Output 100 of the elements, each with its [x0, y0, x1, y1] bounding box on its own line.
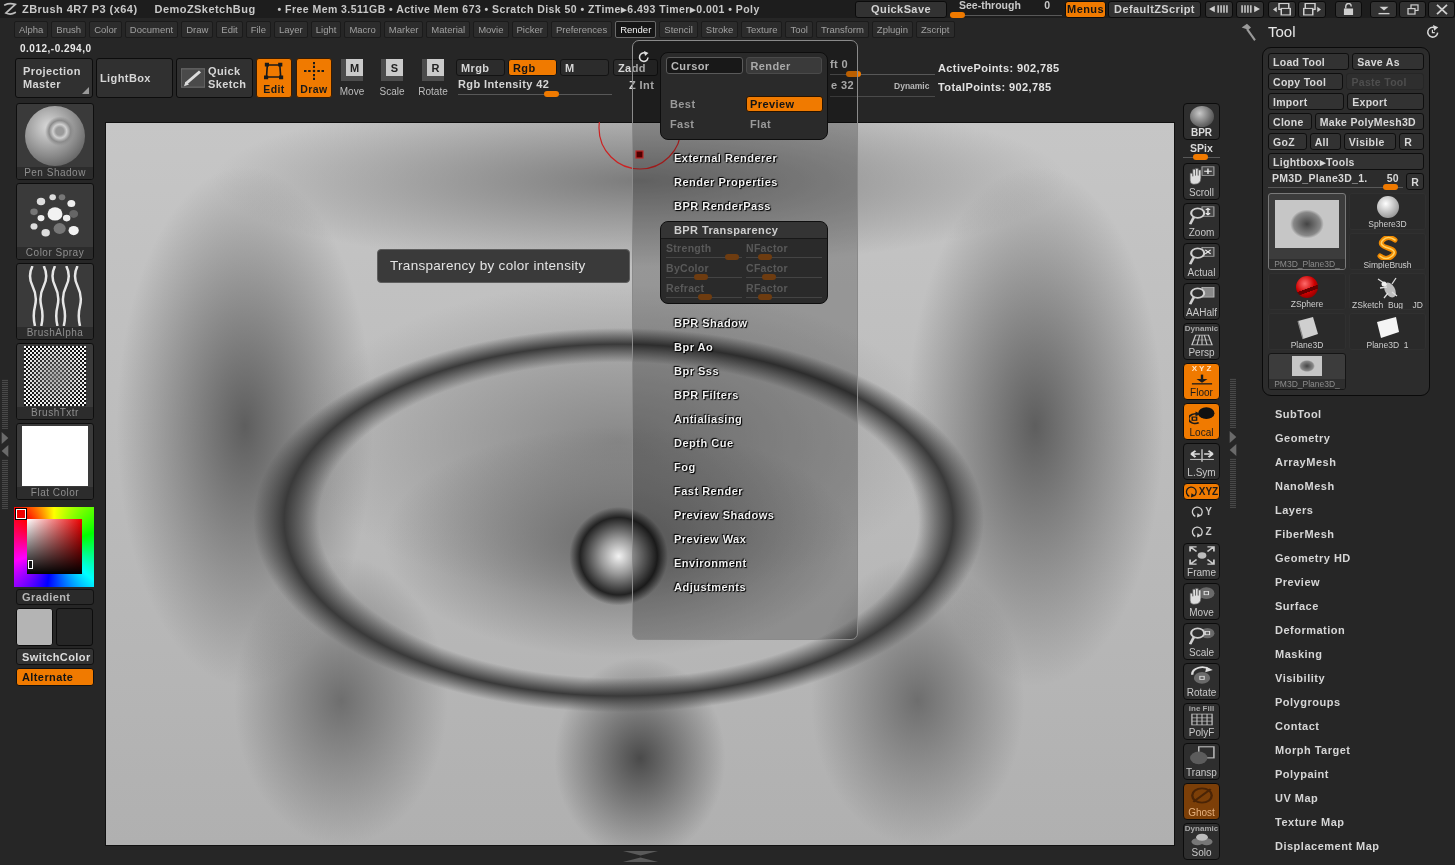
menu-tab[interactable]: Color — [89, 21, 122, 38]
rotate-button[interactable]: Rotate — [1183, 663, 1220, 700]
slider-track[interactable] — [830, 71, 935, 77]
render-quality-option[interactable]: Best — [666, 96, 743, 112]
subpalette-item[interactable]: Preview Shadows — [633, 503, 775, 527]
gradient-button[interactable]: Gradient — [16, 589, 94, 605]
menu-tab[interactable]: Brush — [51, 21, 87, 38]
menu-tab[interactable]: Transform — [815, 21, 869, 38]
slider-thumb[interactable] — [1192, 154, 1208, 160]
subpalette-item[interactable]: Preview — [1238, 570, 1321, 594]
alpha-thumbnail[interactable]: BrushAlpha — [16, 263, 94, 340]
texture-thumbnail[interactable]: BrushTxtr — [16, 343, 94, 420]
tool-action-button[interactable]: R — [1399, 133, 1424, 150]
subpalette-item[interactable]: Geometry HD — [1238, 546, 1351, 570]
spix-slider[interactable]: SPix — [1183, 143, 1220, 160]
floor-button[interactable]: X Y Z Floor — [1183, 363, 1220, 400]
flat-color-thumbnail[interactable]: Flat Color — [16, 423, 94, 500]
subpalette-item[interactable]: BPR Filters — [633, 383, 739, 407]
tool-action-button[interactable]: Copy Tool — [1268, 73, 1344, 90]
tool-action-button[interactable]: Make PolyMesh3D — [1314, 113, 1424, 130]
subpalette-item[interactable]: Polygroups — [1238, 690, 1341, 714]
menu-tab[interactable]: Movie — [473, 21, 509, 38]
menu-tab[interactable]: Render — [615, 21, 657, 38]
slider-track[interactable] — [950, 12, 1062, 18]
lock-button[interactable] — [1335, 0, 1362, 18]
tool-action-button[interactable]: Visible — [1343, 133, 1397, 150]
subpalette-header[interactable]: BPR Transparency — [661, 222, 827, 239]
polyframe-button[interactable]: ine Fill PolyF — [1183, 703, 1220, 740]
edit-mode-button[interactable]: Edit — [256, 58, 292, 98]
tool-tile[interactable]: Plane3D — [1268, 313, 1346, 350]
color-mode-button[interactable]: Mrgb — [456, 59, 505, 76]
subpalette-item[interactable]: Polypaint — [1238, 762, 1329, 786]
subpalette-item[interactable]: Environment — [633, 551, 747, 575]
slider-thumb[interactable] — [544, 91, 560, 97]
subpalette-item[interactable]: Depth Cue — [633, 431, 734, 455]
tool-tile[interactable]: Plane3D_1 — [1349, 313, 1426, 350]
menu-tab[interactable]: File — [245, 21, 271, 38]
menus-button[interactable]: Menus — [1065, 0, 1106, 18]
local-symmetry-button[interactable]: L.Sym — [1183, 443, 1220, 480]
subpalette-item[interactable]: Preview Wax — [633, 527, 747, 551]
tool-action-button[interactable]: Clone — [1268, 113, 1312, 130]
color-picker[interactable] — [14, 507, 94, 587]
transparency-button[interactable]: Transp — [1183, 743, 1220, 780]
transform-mode-button[interactable]: R Rotate — [416, 58, 450, 98]
menu-tab[interactable]: Material — [426, 21, 471, 38]
tool-tile[interactable]: SimpleBrush — [1349, 233, 1426, 270]
color-swatch[interactable] — [56, 608, 93, 646]
menu-tab[interactable]: Texture — [741, 21, 783, 38]
subpalette-item[interactable]: Texture Map — [1238, 810, 1345, 834]
subpalette-item[interactable]: External Renderer — [633, 146, 778, 170]
color-mode-button[interactable]: Rgb — [508, 59, 557, 76]
subpalette-item[interactable]: Geometry — [1238, 426, 1331, 450]
projection-master-button[interactable]: Projection Master — [15, 58, 93, 98]
scroll-button[interactable]: Scroll — [1183, 163, 1220, 200]
shift-right-button[interactable] — [1236, 0, 1264, 18]
panel-grip[interactable] — [1230, 458, 1236, 508]
menu-tab[interactable]: Edit — [216, 21, 243, 38]
menu-tab[interactable]: Zplugin — [871, 21, 913, 38]
default-zscript-button[interactable]: DefaultZScript — [1108, 0, 1201, 18]
stroke-thumbnail[interactable]: Color Spray — [16, 183, 94, 260]
scale-button[interactable]: Scale — [1183, 623, 1220, 660]
transform-mode-button[interactable]: S Scale — [377, 58, 407, 98]
transform-mode-button[interactable]: M Move — [337, 58, 367, 98]
subpalette-item[interactable]: Bpr Ao — [633, 335, 714, 359]
see-through-slider[interactable]: See-through 0 — [950, 0, 1062, 18]
tool-action-button[interactable]: Save As — [1352, 53, 1424, 70]
menu-tab[interactable]: Light — [310, 21, 342, 38]
render-quality-option[interactable]: Fast — [666, 116, 743, 132]
actual-size-button[interactable]: Actual — [1183, 243, 1220, 280]
menu-tab[interactable]: Alpha — [14, 21, 49, 38]
subpalette-item[interactable]: Bpr Sss — [633, 359, 720, 383]
render-quality-option[interactable]: Preview — [746, 96, 823, 112]
axis-rotation-button[interactable]: Y — [1183, 503, 1220, 520]
axis-rotation-button[interactable]: Z — [1183, 523, 1220, 540]
menu-tab[interactable]: Stencil — [659, 21, 698, 38]
tool-slider[interactable]: PM3D_Plane3D_1. 50 — [1268, 173, 1403, 190]
zoom-button[interactable]: Zoom — [1183, 203, 1220, 240]
subpalette-item[interactable]: Contact — [1238, 714, 1320, 738]
minimize-button[interactable] — [1370, 0, 1397, 18]
render-quality-option[interactable]: Flat — [746, 116, 823, 132]
panel-grip[interactable] — [2, 379, 8, 429]
menu-tab[interactable]: Layer — [274, 21, 308, 38]
rgb-intensity-slider[interactable]: Rgb Intensity 42 — [456, 78, 612, 97]
draw-mode-button[interactable]: Draw — [296, 58, 332, 98]
subpalette-item[interactable]: FiberMesh — [1238, 522, 1335, 546]
quick-sketch-button[interactable]: Quick Sketch — [176, 58, 253, 98]
panel-grip[interactable] — [1230, 378, 1236, 428]
reset-button[interactable]: R — [1406, 173, 1424, 190]
color-mode-button[interactable]: M — [560, 59, 609, 76]
tool-tile[interactable]: PM3D_Plane3D_ — [1268, 193, 1346, 270]
subpalette-item[interactable]: Render Properties — [633, 170, 778, 194]
picker-handle[interactable] — [28, 560, 33, 569]
subpalette-item[interactable]: Deformation — [1238, 618, 1346, 642]
quicksave-button[interactable]: QuickSave — [855, 0, 947, 18]
alternate-button[interactable]: Alternate — [16, 668, 94, 686]
dynamic-toggle[interactable]: Dynamic — [894, 81, 930, 91]
slider-thumb[interactable] — [1383, 184, 1399, 190]
panel-grip[interactable] — [2, 459, 8, 509]
subpalette-item[interactable]: Masking — [1238, 642, 1323, 666]
tool-tile[interactable]: ZSphere — [1268, 273, 1346, 310]
